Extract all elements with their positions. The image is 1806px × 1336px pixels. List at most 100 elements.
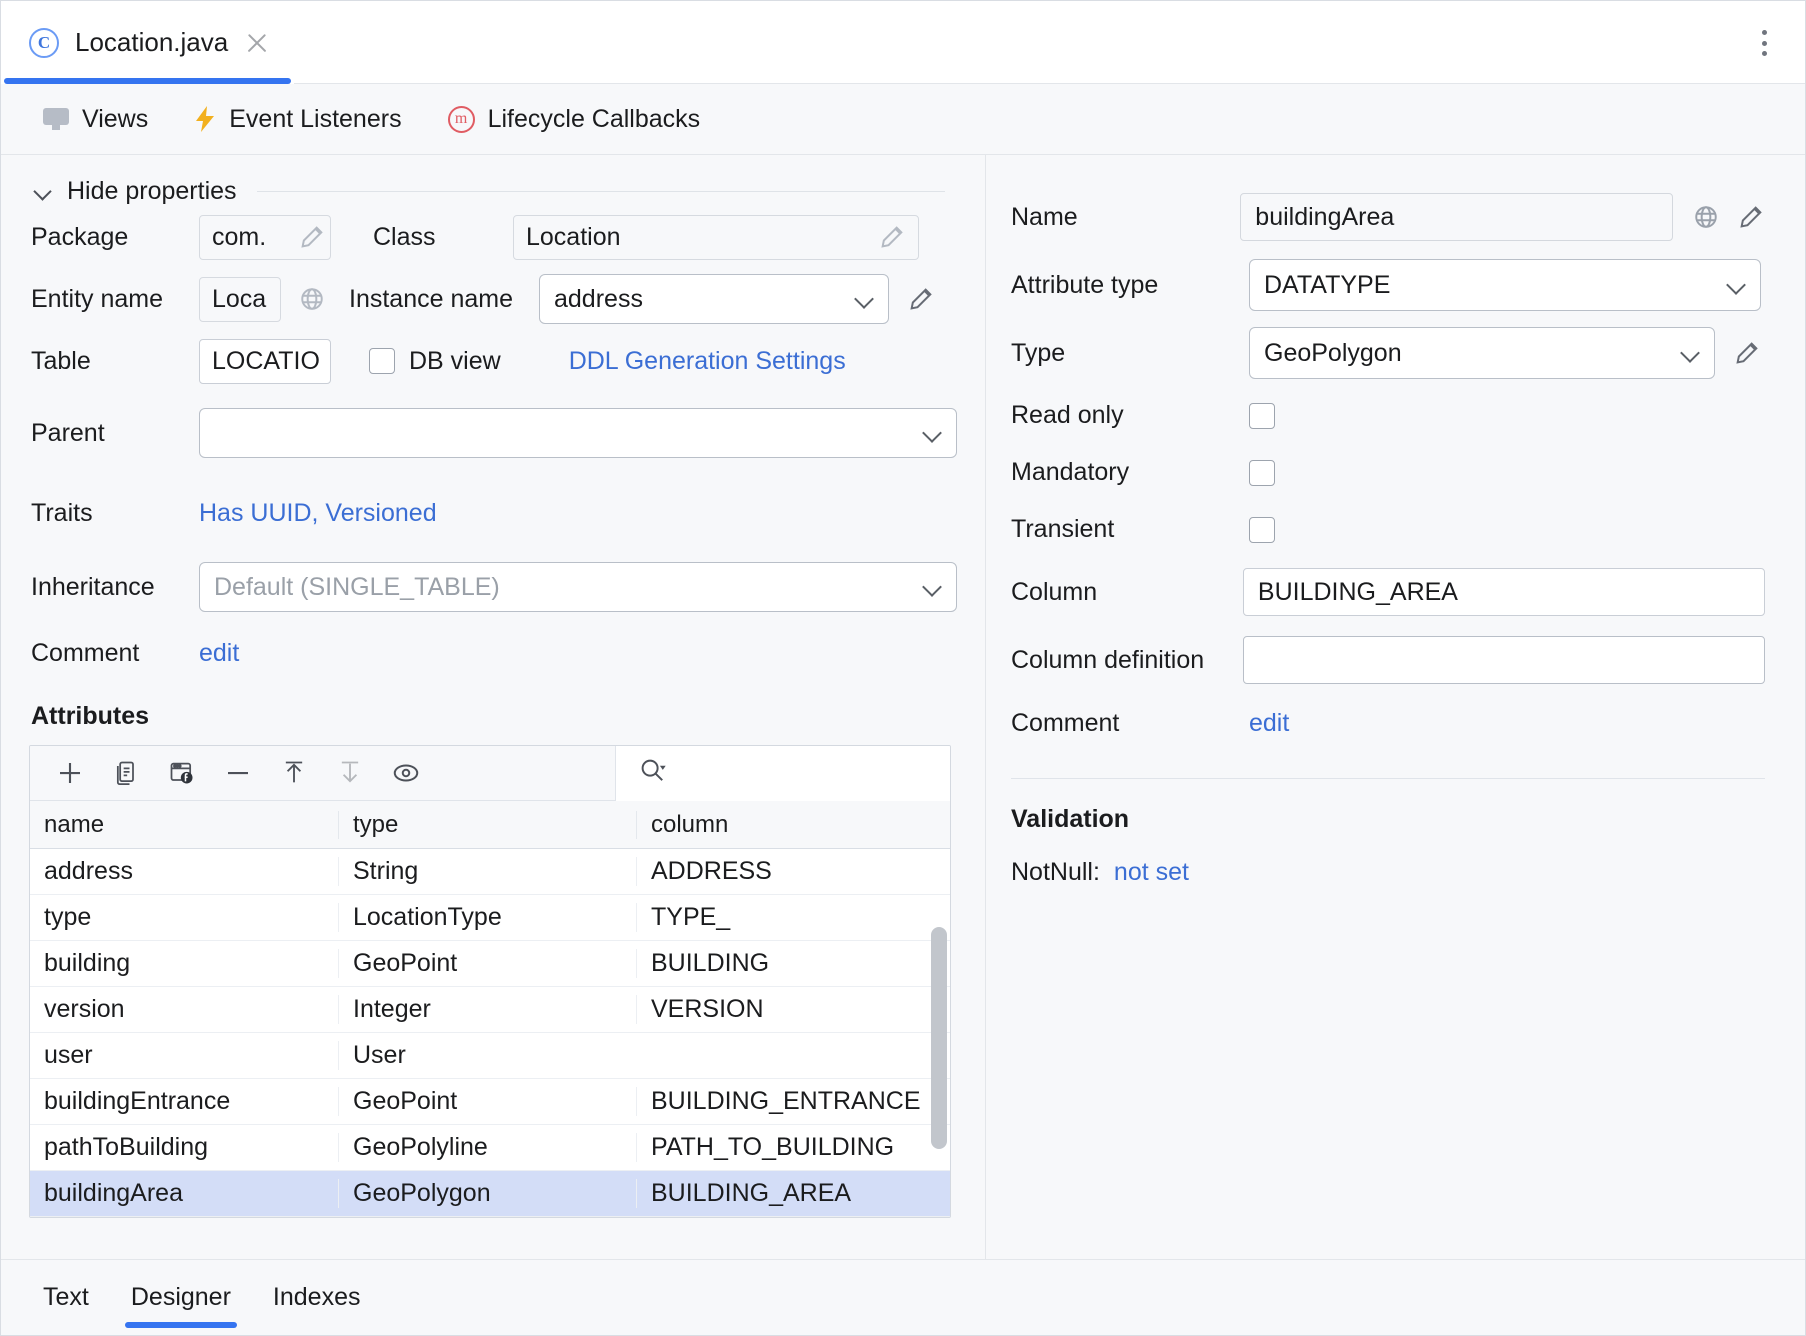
globe-icon[interactable] (1693, 204, 1719, 230)
move-up-icon[interactable] (278, 757, 310, 789)
column-field[interactable]: BUILDING_AREA (1243, 568, 1765, 616)
designer-toolbar: Views Event Listeners m Lifecycle Callba… (1, 84, 1805, 155)
chevron-down-icon[interactable] (922, 423, 942, 443)
attributes-table-header: name type column (30, 801, 950, 849)
row-package-class: Package com. Class Location (1, 206, 985, 268)
search-input[interactable] (615, 746, 950, 801)
column-header-type[interactable]: type (338, 811, 636, 839)
entity-properties-pane: Hide properties Package com. Class Locat… (1, 155, 986, 1279)
globe-icon[interactable] (299, 286, 325, 312)
cell-name: pathToBuilding (30, 1133, 338, 1162)
tab-designer-label: Designer (131, 1283, 231, 1312)
cell-column: BUILDING (636, 949, 950, 978)
tab-text[interactable]: Text (43, 1260, 89, 1336)
edit-pencil-icon[interactable] (298, 223, 326, 251)
hide-properties-header[interactable]: Hide properties (35, 177, 945, 206)
chevron-down-icon[interactable] (35, 183, 53, 201)
validation-section-title: Validation (1011, 805, 1765, 834)
read-only-checkbox[interactable] (1249, 403, 1275, 429)
parent-combobox[interactable] (199, 408, 957, 458)
cell-name: buildingArea (30, 1179, 338, 1208)
table-row[interactable]: type LocationType TYPE_ (30, 895, 950, 941)
toolbar-item-event-listeners-label: Event Listeners (229, 105, 401, 134)
table-row[interactable]: buildingArea GeoPolygon BUILDING_AREA (30, 1171, 950, 1217)
chevron-down-icon[interactable] (1680, 343, 1700, 363)
cell-name: version (30, 995, 338, 1024)
attribute-comment-edit-link[interactable]: edit (1249, 709, 1289, 738)
instance-name-combobox[interactable]: address (539, 274, 889, 324)
editor-tab-label: Location.java (75, 27, 228, 58)
row-inheritance: Inheritance Default (SINGLE_TABLE) (1, 552, 985, 622)
chevron-down-icon[interactable] (1726, 275, 1746, 295)
attributes-table-body: address String ADDRESS type LocationType… (30, 849, 950, 1217)
toolbar-item-lifecycle-callbacks[interactable]: m Lifecycle Callbacks (448, 105, 701, 134)
inheritance-value: Default (SINGLE_TABLE) (214, 573, 922, 602)
cell-column: VERSION (636, 995, 950, 1024)
edit-pencil-icon[interactable] (878, 223, 906, 251)
section-divider (257, 191, 945, 192)
edit-pencil-icon[interactable] (1733, 339, 1761, 367)
table-row[interactable]: user User (30, 1033, 950, 1079)
instance-name-value: address (554, 285, 854, 314)
preview-eye-icon[interactable] (390, 757, 422, 789)
entity-name-field[interactable]: Loca (199, 277, 281, 322)
cell-name: buildingEntrance (30, 1087, 338, 1116)
add-icon[interactable] (54, 757, 86, 789)
editor-tab-location-java[interactable]: C Location.java (1, 1, 294, 84)
column-definition-field[interactable] (1243, 636, 1765, 684)
table-row[interactable]: address String ADDRESS (30, 849, 950, 895)
edit-pencil-icon[interactable] (907, 285, 935, 313)
comment-edit-link[interactable]: edit (199, 639, 239, 668)
cell-type: String (338, 857, 636, 886)
lightning-bolt-icon (194, 106, 216, 132)
class-label: Class (331, 223, 513, 252)
cell-column: TYPE_ (636, 903, 950, 932)
tab-text-label: Text (43, 1283, 89, 1312)
mandatory-label: Mandatory (1011, 458, 1249, 487)
tab-designer[interactable]: Designer (131, 1260, 231, 1336)
method-circle-icon: m (448, 106, 475, 133)
attribute-type-value: DATATYPE (1264, 271, 1726, 300)
tab-indexes[interactable]: Indexes (273, 1260, 361, 1336)
cell-name: building (30, 949, 338, 978)
toolbar-item-views[interactable]: Views (43, 105, 148, 134)
chevron-down-icon[interactable] (854, 289, 874, 309)
close-icon[interactable] (244, 30, 270, 56)
transient-checkbox[interactable] (1249, 517, 1275, 543)
toolbar-item-event-listeners[interactable]: Event Listeners (194, 105, 401, 134)
duplicate-icon[interactable] (110, 757, 142, 789)
table-field[interactable]: LOCATIO (199, 339, 331, 384)
table-row[interactable]: building GeoPoint BUILDING (30, 941, 950, 987)
type-combobox[interactable]: GeoPolygon (1249, 327, 1715, 379)
table-vertical-scrollbar[interactable] (931, 927, 947, 1149)
search-icon (638, 756, 668, 791)
table-row[interactable]: version Integer VERSION (30, 987, 950, 1033)
traits-link[interactable]: Has UUID, Versioned (199, 499, 437, 528)
row-table: Table LOCATIO DB view DDL Generation Set… (1, 330, 985, 392)
mandatory-checkbox[interactable] (1249, 460, 1275, 486)
table-row[interactable]: pathToBuilding GeoPolyline PATH_TO_BUILD… (30, 1125, 950, 1171)
java-class-icon: C (29, 28, 59, 58)
more-options-kebab-icon[interactable] (1751, 27, 1777, 59)
chevron-down-icon[interactable] (922, 577, 942, 597)
package-field[interactable]: com. (199, 215, 331, 260)
inheritance-combobox[interactable]: Default (SINGLE_TABLE) (199, 562, 957, 612)
add-from-db-icon[interactable] (166, 757, 198, 789)
active-tab-indicator (4, 78, 291, 84)
class-field[interactable]: Location (513, 215, 919, 260)
notnull-value-link[interactable]: not set (1114, 858, 1189, 887)
db-view-checkbox[interactable] (369, 348, 395, 374)
ddl-generation-settings-link[interactable]: DDL Generation Settings (569, 347, 846, 376)
column-header-name[interactable]: name (30, 811, 338, 839)
cell-type: GeoPoint (338, 949, 636, 978)
cell-column: PATH_TO_BUILDING (636, 1133, 950, 1162)
remove-icon[interactable] (222, 757, 254, 789)
entity-name-value: Loca (212, 285, 276, 314)
edit-pencil-icon[interactable] (1737, 203, 1765, 231)
designer-body: Hide properties Package com. Class Locat… (1, 155, 1805, 1279)
active-tab-indicator (125, 1322, 237, 1328)
attribute-type-combobox[interactable]: DATATYPE (1249, 259, 1761, 311)
table-row[interactable]: buildingEntrance GeoPoint BUILDING_ENTRA… (30, 1079, 950, 1125)
column-header-column[interactable]: column (636, 811, 950, 839)
attribute-name-field[interactable]: buildingArea (1240, 193, 1673, 241)
